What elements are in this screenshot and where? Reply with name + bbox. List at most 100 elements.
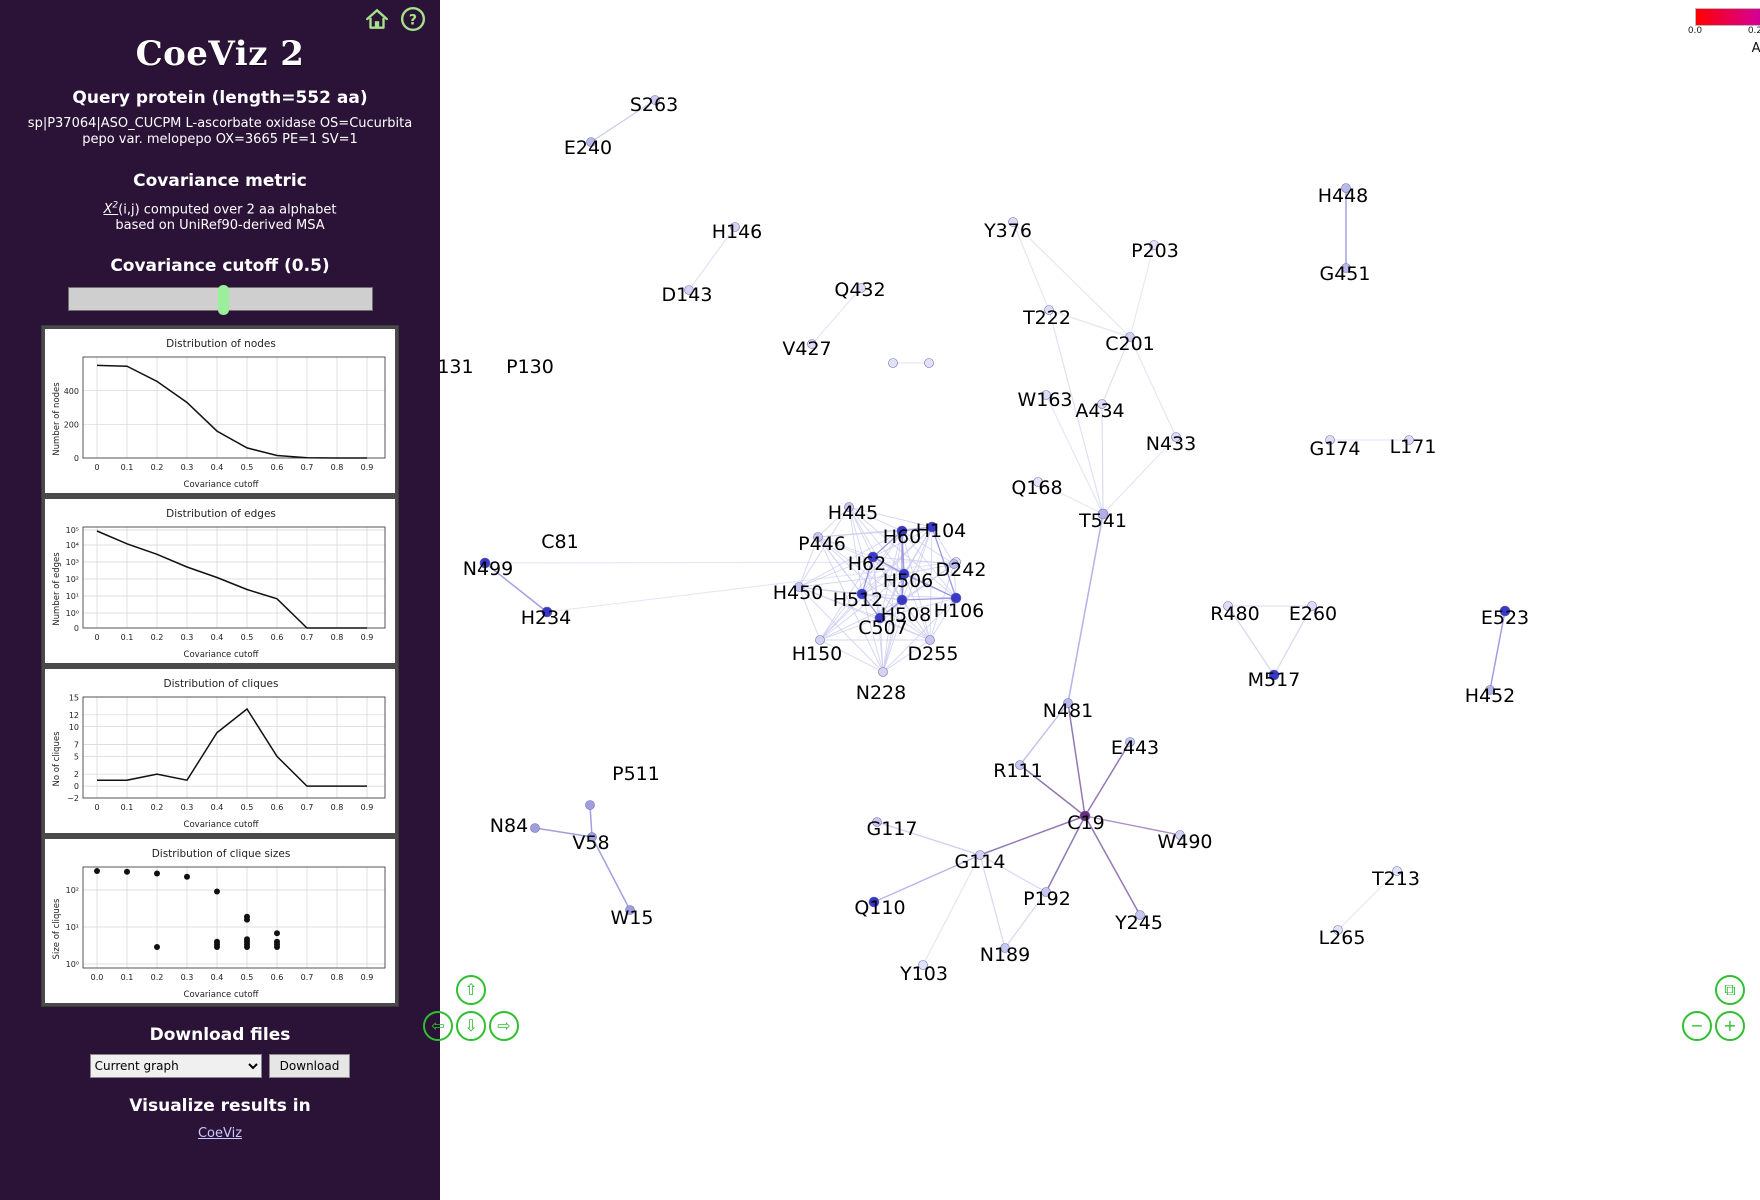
graph-node-label-W163: W163 xyxy=(1017,389,1072,411)
graph-node-label-N433: N433 xyxy=(1146,433,1196,455)
colorbar-gradient xyxy=(1695,8,1760,26)
svg-text:0.9: 0.9 xyxy=(361,973,374,982)
svg-text:0: 0 xyxy=(74,454,79,463)
chi-square-symbol: X2 xyxy=(103,200,119,217)
graph-node-label-G174: G174 xyxy=(1310,438,1361,460)
graph-node-label-H104: H104 xyxy=(916,520,967,542)
coeviz-link[interactable]: CoeViz xyxy=(198,1126,242,1141)
svg-text:10²: 10² xyxy=(66,886,79,895)
chart-title: Distribution of nodes xyxy=(166,338,276,350)
svg-text:0.8: 0.8 xyxy=(331,973,344,982)
svg-text:0.3: 0.3 xyxy=(181,633,194,642)
graph-node-label-T222: T222 xyxy=(1022,307,1071,329)
svg-text:0.8: 0.8 xyxy=(331,633,344,642)
graph-node-label-H234: H234 xyxy=(521,607,572,629)
download-button[interactable]: Download xyxy=(268,1054,351,1079)
chart-ylabel: Number of edges xyxy=(52,552,62,626)
svg-text:0.2: 0.2 xyxy=(151,463,164,472)
pan-left-button[interactable]: ⇦ xyxy=(423,1011,453,1041)
svg-text:0.2: 0.2 xyxy=(151,633,164,642)
svg-text:0: 0 xyxy=(94,633,99,642)
svg-text:10: 10 xyxy=(69,723,79,732)
svg-text:0.6: 0.6 xyxy=(271,803,284,812)
covariance-metric-description: X2(i,j) computed over 2 aa alphabet base… xyxy=(22,201,418,235)
svg-text:0.9: 0.9 xyxy=(361,463,374,472)
graph-node-label-H62: H62 xyxy=(848,553,886,575)
graph-node-label-W15: W15 xyxy=(611,907,654,929)
chart-edges-svg: Distribution of edges Number of edges Co… xyxy=(52,508,386,660)
network-graph[interactable]: S263 E240 H146 D143 Q432 V427 F131 P130 Y376 P203… xyxy=(440,0,1760,1200)
graph-node-label-P203: P203 xyxy=(1131,240,1179,262)
chart-xlabel: Covariance cutoff xyxy=(184,820,260,830)
graph-node-label-C507: C507 xyxy=(858,617,908,639)
pan-right-button[interactable]: ⇨ xyxy=(489,1011,519,1041)
graph-node-label-H512: H512 xyxy=(833,589,884,611)
download-controls: Current graph Download xyxy=(0,1054,440,1079)
help-icon[interactable]: ? xyxy=(400,6,426,32)
svg-text:0.1: 0.1 xyxy=(121,463,134,472)
graph-node-label-Y376: Y376 xyxy=(983,220,1032,242)
zoom-in-button[interactable]: + xyxy=(1715,1011,1745,1041)
chart-xlabel: Covariance cutoff xyxy=(184,990,260,1000)
graph-node-label-A434: A434 xyxy=(1075,400,1124,422)
svg-text:0.3: 0.3 xyxy=(181,463,194,472)
home-icon[interactable] xyxy=(364,6,390,32)
svg-text:0.6: 0.6 xyxy=(271,463,284,472)
download-file-select[interactable]: Current graph xyxy=(89,1054,262,1079)
graph-node-label-W490: W490 xyxy=(1157,831,1212,853)
graph-node-P511[interactable] xyxy=(585,800,595,810)
graph-node-label-H150: H150 xyxy=(792,643,843,665)
graph-node-label-E240: E240 xyxy=(564,137,612,159)
graph-node-label-V58: V58 xyxy=(572,832,609,854)
graph-node-P130[interactable] xyxy=(924,358,934,368)
graph-node-label-D242: D242 xyxy=(936,559,987,581)
graph-node-F131[interactable] xyxy=(888,358,898,368)
graph-node-label-H445: H445 xyxy=(828,502,879,524)
svg-text:0.3: 0.3 xyxy=(181,973,194,982)
svg-text:0.8: 0.8 xyxy=(331,463,344,472)
svg-text:0.2: 0.2 xyxy=(151,973,164,982)
svg-text:0: 0 xyxy=(94,803,99,812)
visualize-results-heading: Visualize results in xyxy=(129,1096,311,1117)
svg-text:10²: 10² xyxy=(66,575,79,584)
graph-canvas[interactable]: S263 E240 H146 D143 Q432 V427 F131 P130 Y376 P203… xyxy=(423,0,1760,1200)
graph-node-label-C19: C19 xyxy=(1067,812,1104,834)
svg-text:0.1: 0.1 xyxy=(121,973,134,982)
zoom-out-button[interactable]: − xyxy=(1682,1011,1712,1041)
graph-node-label-E260: E260 xyxy=(1289,603,1337,625)
graph-node-label-Y245: Y245 xyxy=(1114,912,1163,934)
download-files-heading: Download files xyxy=(149,1025,291,1046)
graph-node-N228[interactable] xyxy=(878,667,888,677)
graph-node-label-N499: N499 xyxy=(463,558,513,580)
fit-to-screen-button[interactable]: ⧉ xyxy=(1715,975,1745,1005)
slider-knob[interactable] xyxy=(217,285,229,316)
svg-text:−2: −2 xyxy=(67,794,79,803)
chart-ylabel: No of cliques xyxy=(52,731,62,787)
graph-node-label-T213: T213 xyxy=(1371,868,1420,890)
metric-desc-line1: (i,j) computed over 2 aa alphabet xyxy=(118,201,337,217)
graph-node-label-G451: G451 xyxy=(1320,263,1371,285)
chart-distribution-of-nodes: Distribution of nodes Number of nodes Co… xyxy=(45,329,395,494)
svg-text:0.2: 0.2 xyxy=(151,803,164,812)
svg-text:?: ? xyxy=(409,12,417,28)
svg-text:0.5: 0.5 xyxy=(241,973,254,982)
graph-node-label-L171: L171 xyxy=(1390,436,1437,458)
covariance-cutoff-heading: Covariance cutoff (0.5) xyxy=(110,256,330,277)
graph-node-label-L265: L265 xyxy=(1319,927,1366,949)
covariance-cutoff-slider[interactable] xyxy=(67,285,373,316)
graph-node-N84[interactable] xyxy=(530,823,540,833)
svg-text:5: 5 xyxy=(74,753,79,762)
svg-text:0.7: 0.7 xyxy=(301,463,314,472)
colorbar-label: Amino acid shannon entropy xyxy=(1751,41,1760,56)
graph-node-label-Q432: Q432 xyxy=(834,279,885,301)
pan-up-button[interactable]: ⇧ xyxy=(456,975,486,1005)
pan-down-button[interactable]: ⇩ xyxy=(456,1011,486,1041)
svg-text:10⁰: 10⁰ xyxy=(66,960,79,969)
svg-text:10³: 10³ xyxy=(66,558,79,567)
chart-distribution-of-cliques: Distribution of cliques No of cliques Co… xyxy=(45,669,395,834)
svg-text:0.6: 0.6 xyxy=(271,973,284,982)
graph-node-label-P511: P511 xyxy=(612,763,660,785)
chart-xlabel: Covariance cutoff xyxy=(184,480,260,490)
chart-title: Distribution of edges xyxy=(166,508,276,520)
graph-node-label-Q110: Q110 xyxy=(854,897,905,919)
